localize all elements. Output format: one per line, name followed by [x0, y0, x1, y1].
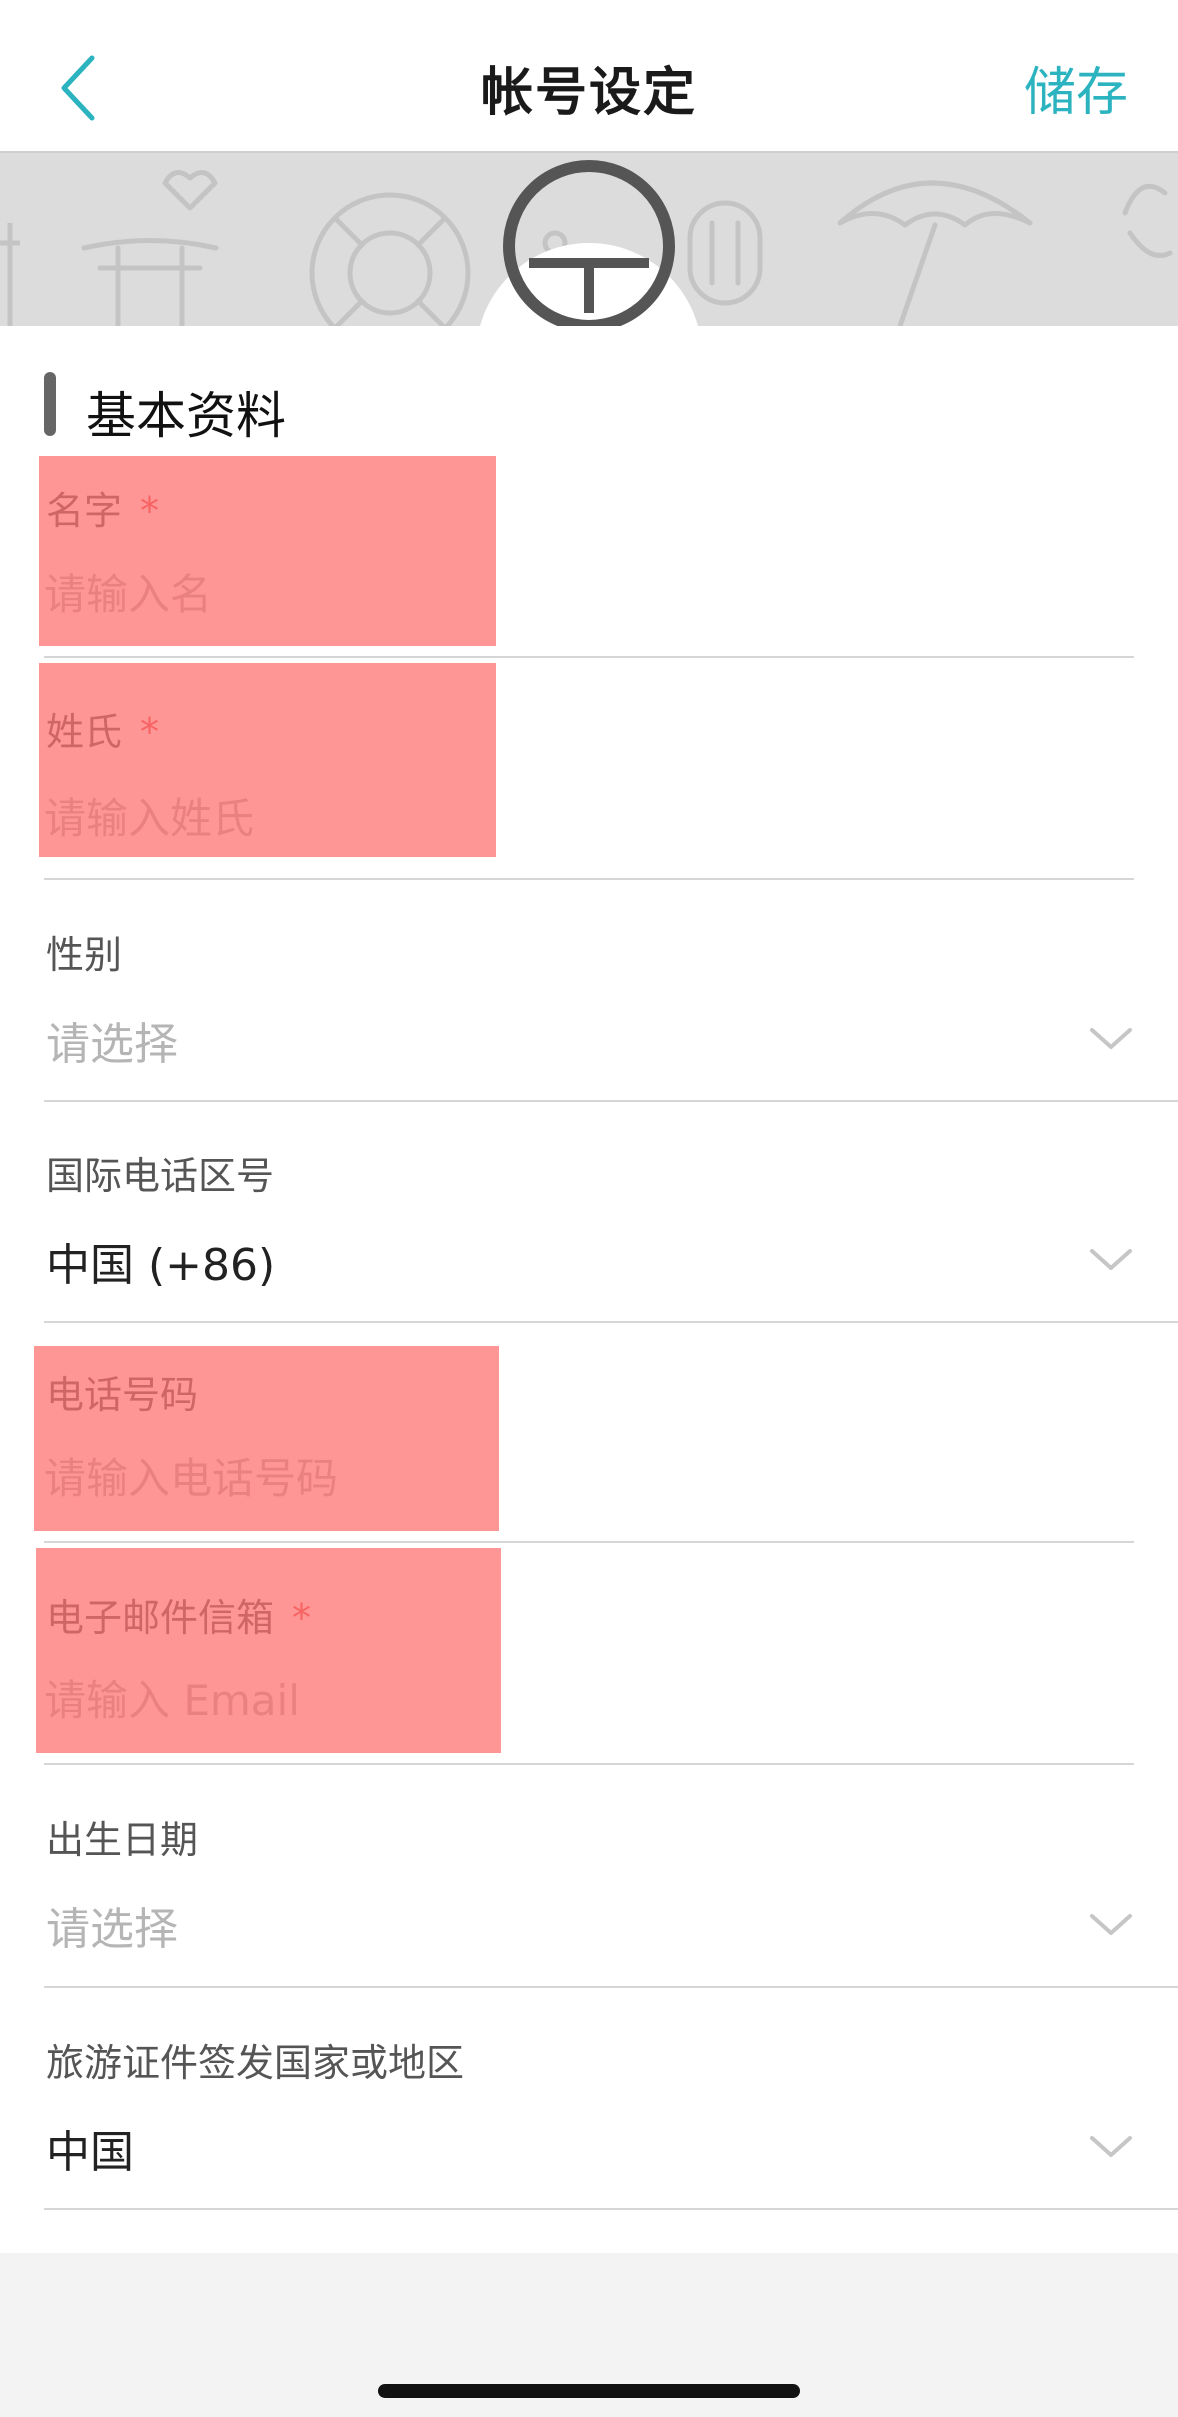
section-title: 基本资料 — [86, 387, 286, 445]
divider — [44, 1763, 1134, 1765]
profile-cover — [0, 153, 1178, 326]
first-name-field: 名字 * — [0, 440, 1178, 661]
country-code-value: 中国 (+86) — [46, 1240, 276, 1291]
gender-value: 请选择 — [46, 1019, 178, 1070]
last-name-field: 姓氏 * — [0, 661, 1178, 882]
navigation-bar: 帐号设定 储存 — [0, 0, 1178, 153]
chevron-down-icon — [1090, 1028, 1132, 1049]
save-button[interactable]: 储存 — [1024, 50, 1128, 125]
last-name-input[interactable] — [44, 786, 1044, 850]
required-mark: * — [140, 489, 160, 533]
gender-select[interactable]: 性别 请选择 — [0, 880, 1178, 1102]
home-indicator[interactable] — [378, 2384, 800, 2398]
issuing-country-select[interactable]: 旅游证件签发国家或地区 中国 — [0, 1988, 1178, 2210]
camera-icon — [636, 323, 708, 326]
first-name-input[interactable] — [44, 562, 1044, 626]
phone-field: 电话号码 — [0, 1322, 1178, 1543]
required-mark: * — [140, 710, 160, 754]
chevron-down-icon — [1090, 1914, 1132, 1935]
page-title: 帐号设定 — [480, 63, 697, 123]
avatar[interactable] — [476, 160, 702, 326]
first-name-label: 名字 * — [46, 480, 159, 535]
issuing-country-label: 旅游证件签发国家或地区 — [46, 2041, 465, 2085]
chevron-down-icon — [1090, 1249, 1132, 1270]
divider — [44, 656, 1134, 658]
change-avatar-button[interactable] — [636, 323, 708, 326]
chevron-down-icon — [1090, 2136, 1132, 2157]
country-code-label: 国际电话区号 — [46, 1154, 275, 1198]
email-input[interactable] — [44, 1668, 1044, 1732]
section-accent-bar — [44, 372, 56, 436]
birthday-label: 出生日期 — [46, 1818, 199, 1862]
birthday-value: 请选择 — [46, 1904, 178, 1955]
last-name-label-text: 姓氏 — [46, 710, 123, 754]
email-label: 电子邮件信箱 * — [46, 1587, 311, 1642]
divider — [44, 2208, 1178, 2210]
footer-area — [0, 2253, 1178, 2417]
birthday-select[interactable]: 出生日期 请选择 — [0, 1767, 1178, 1988]
phone-input[interactable] — [44, 1446, 1044, 1510]
last-name-label: 姓氏 * — [46, 701, 159, 756]
email-field: 电子邮件信箱 * — [0, 1543, 1178, 1765]
gender-label: 性别 — [46, 933, 123, 977]
phone-label: 电话号码 — [46, 1373, 199, 1417]
country-code-select[interactable]: 国际电话区号 中国 (+86) — [0, 1101, 1178, 1323]
issuing-country-value: 中国 — [46, 2127, 134, 2178]
first-name-label-text: 名字 — [46, 489, 123, 533]
required-mark: * — [292, 1596, 312, 1640]
avatar-icon — [503, 160, 675, 326]
email-label-text: 电子邮件信箱 — [46, 1596, 275, 1640]
